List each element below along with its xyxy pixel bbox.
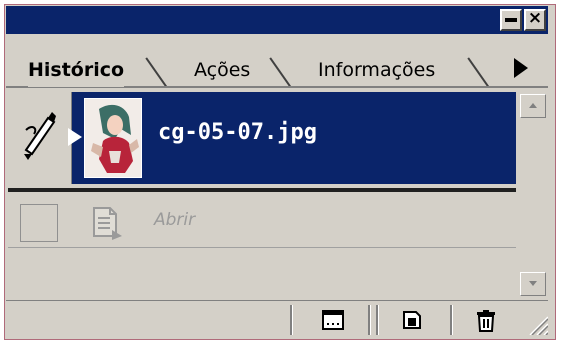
tab-strip: Histórico Ações Informações [6,36,548,88]
minimize-button[interactable] [500,9,522,31]
scroll-up-button[interactable] [520,94,546,118]
snapshot-name: cg-05-07.jpg [158,120,317,145]
footer-divider [290,305,293,335]
delete-state-button[interactable] [466,305,506,335]
history-list: cg-05-07.jpg Abrir [8,92,516,300]
history-step-label: Abrir [154,210,196,230]
trash-icon [477,310,495,332]
scroll-up-arrow-icon [529,103,537,108]
resize-grip-icon[interactable] [526,313,548,335]
palette-footer [6,300,548,338]
flyout-menu-arrow-icon[interactable] [514,58,528,78]
new-document-icon [322,310,344,330]
history-brush-source[interactable] [8,92,72,184]
tab-historico[interactable]: Histórico [28,54,125,87]
open-document-icon [93,207,122,240]
footer-divider [450,305,453,335]
history-brush-source-checkbox[interactable] [20,204,58,242]
scroll-down-button[interactable] [520,272,546,296]
close-icon: × [527,8,543,28]
tab-divider [145,57,168,88]
new-document-from-state-button[interactable] [312,305,352,335]
tab-acoes[interactable]: Ações [194,54,250,87]
vertical-scrollbar[interactable] [518,92,548,300]
scroll-down-arrow-icon [529,281,537,286]
snapshot-separator [8,188,516,192]
close-button[interactable]: × [524,8,546,31]
history-brush-icon [24,112,56,160]
footer-divider [376,305,379,335]
snapshot-row[interactable]: cg-05-07.jpg [8,92,516,184]
tab-divider [467,57,490,88]
snapshot-thumbnail [84,98,142,178]
history-step-row[interactable]: Abrir [8,198,516,248]
tab-divider [269,57,292,88]
title-bar[interactable]: × [6,6,548,34]
tab-informacoes[interactable]: Informações [318,54,435,87]
new-snapshot-button[interactable] [392,305,432,335]
history-state-pointer-icon[interactable] [68,128,82,146]
footer-divider [368,305,371,335]
minimize-icon [505,18,517,22]
snapshot-icon [403,311,421,329]
